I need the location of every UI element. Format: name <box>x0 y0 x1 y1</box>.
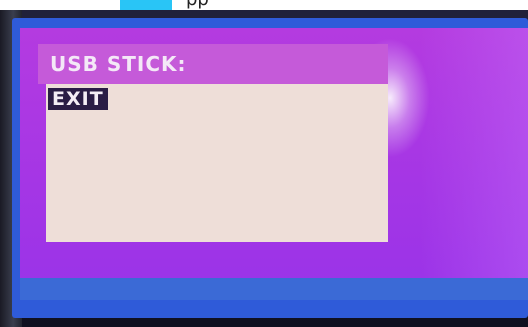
screen-bottom-band <box>20 278 528 300</box>
menu-list: EXIT <box>46 84 388 242</box>
menu-item-exit[interactable]: EXIT <box>48 88 108 110</box>
menu-title: USB STICK: <box>50 52 187 76</box>
screen-right-glow <box>420 28 528 294</box>
device-photo: pp USB STICK: EXIT <box>0 0 528 327</box>
menu-header: USB STICK: <box>38 44 388 84</box>
usb-stick-menu: USB STICK: EXIT <box>38 44 388 242</box>
caption-text: pp <box>186 0 209 9</box>
